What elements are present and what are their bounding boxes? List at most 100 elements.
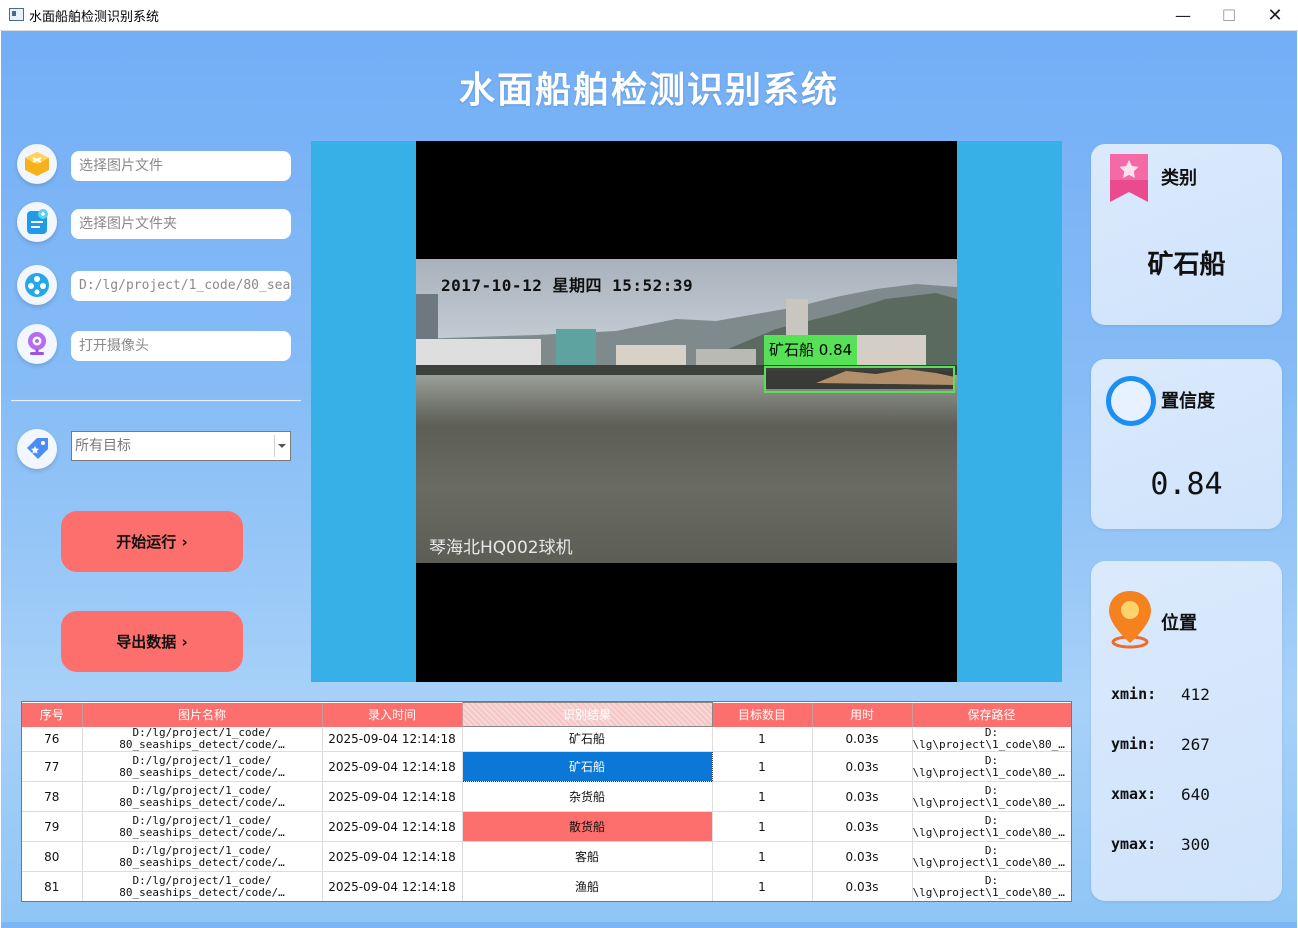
cell-id[interactable]: 76 [22, 726, 83, 752]
export-button[interactable]: 导出数据 › [61, 611, 243, 672]
camera-input[interactable]: 打开摄像头 [71, 331, 291, 361]
video-path-input[interactable]: D:/lg/project/1_code/80_seaships_detect [71, 271, 291, 301]
header-count[interactable]: 目标数目 [712, 702, 813, 727]
cell-count[interactable]: 1 [712, 871, 813, 901]
cell-count[interactable]: 1 [712, 751, 813, 782]
cell-time[interactable]: 2025-09-04 12:14:18 [322, 751, 463, 782]
cell-image-name-line1: D:/lg/project/1_code/ [132, 754, 272, 767]
cell-elapsed[interactable]: 0.03s [812, 841, 913, 872]
header-path[interactable]: 保存路径 [912, 702, 1071, 727]
main-window: 水面船舶检测识别系统 选择图片文件 选择图片文件夹 D:/lg/project/… [1, 31, 1297, 928]
cell-image-name[interactable]: D:/lg/project/1_code/80_seaships_detect/… [82, 781, 323, 812]
cell-image-name[interactable]: D:/lg/project/1_code/80_seaships_detect/… [82, 751, 323, 782]
xmin-label: xmin: [1111, 685, 1157, 703]
cell-path[interactable]: D: \lg\project\1_code\80_s… [912, 871, 1071, 901]
cell-path[interactable]: D: \lg\project\1_code\80_s… [912, 781, 1071, 812]
cell-path-line1: D: [984, 844, 999, 857]
video-icon[interactable] [17, 265, 57, 305]
xmax-row: xmax: 640 [1111, 785, 1210, 804]
header-time[interactable]: 录入时间 [322, 702, 463, 727]
camera-icon[interactable] [17, 324, 57, 364]
xmin-value: 412 [1181, 685, 1210, 704]
cell-path[interactable]: D: \lg\project\1_code\80_s… [912, 751, 1071, 782]
confidence-value: 0.84 [1150, 467, 1223, 502]
cell-image-name-line1: D:/lg/project/1_code/ [132, 874, 272, 887]
results-table[interactable]: 序号 图片名称 录入时间 识别结果 目标数目 用时 保存路径 76 D:/lg/… [21, 701, 1072, 902]
target-select[interactable]: 所有目标 [71, 431, 291, 461]
cell-image-name[interactable]: D:/lg/project/1_code/80_seaships_detect/… [82, 726, 323, 752]
cell-result[interactable]: 杂货船 [462, 781, 713, 812]
cell-path[interactable]: D: \lg\project\1_code\80_s… [912, 841, 1071, 872]
header-id[interactable]: 序号 [22, 702, 83, 727]
confidence-card: 置信度 0.84 [1091, 359, 1282, 529]
cell-result-highlighted[interactable]: 散货船 [462, 811, 713, 842]
xmax-label: xmax: [1111, 785, 1157, 803]
cell-image-name[interactable]: D:/lg/project/1_code/80_seaships_detect/… [82, 811, 323, 842]
cell-id[interactable]: 80 [22, 841, 83, 872]
cell-count[interactable]: 1 [712, 726, 813, 752]
cell-count[interactable]: 1 [712, 811, 813, 842]
window-title: 水面船舶检测识别系统 [29, 10, 160, 25]
cell-time[interactable]: 2025-09-04 12:14:18 [322, 726, 463, 752]
location-pin-icon [1105, 587, 1155, 655]
minimize-button[interactable]: — [1160, 0, 1206, 30]
cell-count[interactable]: 1 [712, 781, 813, 812]
bookmark-star-icon [1106, 150, 1154, 210]
xmin-row: xmin: 412 [1111, 685, 1210, 704]
image-folder-input[interactable]: 选择图片文件夹 [71, 209, 291, 239]
table-row[interactable]: 81 D:/lg/project/1_code/80_seaships_dete… [22, 871, 1071, 901]
cell-id[interactable]: 79 [22, 811, 83, 842]
cell-id[interactable]: 81 [22, 871, 83, 901]
cell-path-line1: D: [984, 784, 999, 797]
table-row[interactable]: 77 D:/lg/project/1_code/80_seaships_dete… [22, 751, 1071, 782]
cell-elapsed[interactable]: 0.03s [812, 811, 913, 842]
cell-image-name-line2: 80_seaships_detect/code/… [119, 856, 285, 869]
cell-path-line2: \lg\project\1_code\80_s… [912, 886, 1071, 899]
image-file-input[interactable]: 选择图片文件 [71, 151, 291, 181]
table-row[interactable]: 76 D:/lg/project/1_code/80_seaships_dete… [22, 726, 1071, 752]
sidebar-divider [11, 400, 301, 402]
page-title: 水面船舶检测识别系统 [458, 69, 839, 111]
cell-id[interactable]: 78 [22, 781, 83, 812]
cell-elapsed[interactable]: 0.03s [812, 726, 913, 752]
cell-image-name-line2: 80_seaships_detect/code/… [119, 766, 285, 779]
cell-elapsed[interactable]: 0.03s [812, 871, 913, 901]
image-folder-icon[interactable] [17, 202, 57, 242]
cell-time[interactable]: 2025-09-04 12:14:18 [322, 811, 463, 842]
table-row[interactable]: 80 D:/lg/project/1_code/80_seaships_dete… [22, 841, 1071, 872]
cell-time[interactable]: 2025-09-04 12:14:18 [322, 781, 463, 812]
cell-result-selected[interactable]: 矿石船 [461, 751, 713, 782]
cell-count[interactable]: 1 [712, 841, 813, 872]
cell-image-name-line1: D:/lg/project/1_code/ [132, 784, 272, 797]
cell-image-name-line1: D:/lg/project/1_code/ [132, 844, 272, 857]
header-image-name[interactable]: 图片名称 [82, 702, 323, 727]
scene-illustration [416, 284, 957, 389]
cell-path[interactable]: D: \lg\project\1_code\80_s… [912, 726, 1071, 752]
cell-elapsed[interactable]: 0.03s [812, 751, 913, 782]
cell-image-name-line2: 80_seaships_detect/code/… [119, 886, 285, 899]
table-row[interactable]: 79 D:/lg/project/1_code/80_seaships_dete… [22, 811, 1071, 842]
position-title: 位置 [1161, 613, 1197, 634]
table-row[interactable]: 78 D:/lg/project/1_code/80_seaships_dete… [22, 781, 1071, 812]
cell-result[interactable]: 客船 [462, 841, 713, 872]
image-file-icon[interactable] [17, 144, 57, 184]
header-elapsed[interactable]: 用时 [812, 702, 913, 727]
cell-result[interactable]: 矿石船 [462, 726, 713, 752]
cell-id[interactable]: 77 [22, 751, 83, 782]
target-select-value: 所有目标 [75, 438, 131, 454]
cell-path[interactable]: D: \lg\project\1_code\80_s… [912, 811, 1071, 842]
cell-image-name[interactable]: D:/lg/project/1_code/80_seaships_detect/… [82, 871, 323, 901]
cell-image-name[interactable]: D:/lg/project/1_code/80_seaships_detect/… [82, 841, 323, 872]
chevron-down-icon[interactable] [274, 435, 288, 457]
detection-image: 2017-10-12 星期四 15:52:39 琴海北HQ002球机 矿石船 0… [416, 259, 957, 563]
close-button[interactable]: ✕ [1252, 0, 1298, 30]
cell-result[interactable]: 渔船 [462, 871, 713, 901]
class-title: 类别 [1161, 168, 1197, 189]
cell-time[interactable]: 2025-09-04 12:14:18 [322, 871, 463, 901]
cell-time[interactable]: 2025-09-04 12:14:18 [322, 841, 463, 872]
run-button[interactable]: 开始运行 › [61, 511, 243, 572]
cell-elapsed[interactable]: 0.03s [812, 781, 913, 812]
cell-path-line1: D: [984, 754, 999, 767]
header-result[interactable]: 识别结果 [461, 702, 713, 727]
maximize-button[interactable]: ☐ [1206, 0, 1252, 30]
